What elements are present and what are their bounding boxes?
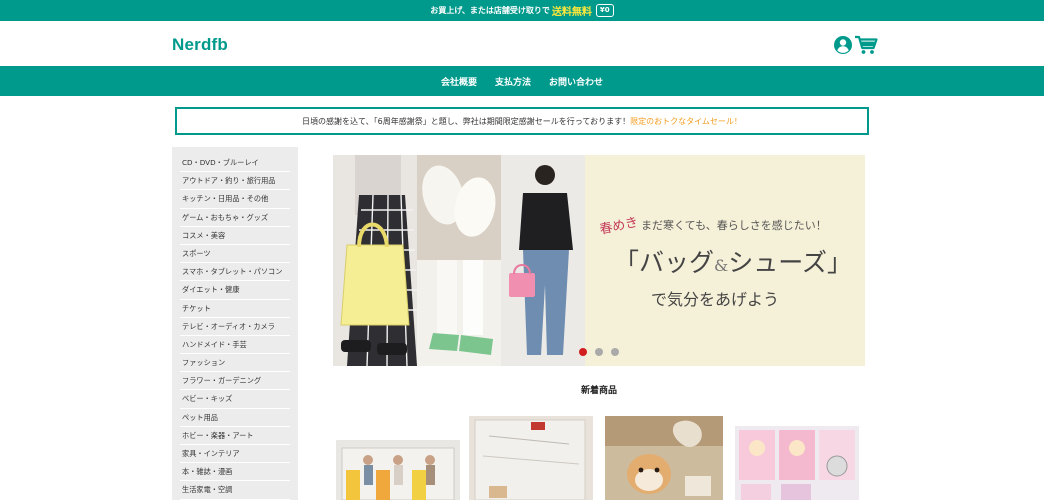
category-item[interactable]: フラワー・ガーデニング (180, 372, 290, 391)
carousel-dots (579, 348, 619, 356)
category-item[interactable]: 本・雑誌・漫画 (180, 463, 290, 482)
category-item[interactable]: ペット用品 (180, 409, 290, 427)
carousel-dot-1[interactable] (579, 348, 587, 356)
product-image (735, 426, 859, 500)
site-logo[interactable]: Nerdfb (172, 35, 228, 55)
category-item[interactable]: ファッション (180, 354, 290, 373)
sale-notice: 日頃の感謝を込て、「6周年感謝祭」と題し、弊社は期間限定感謝セールを行っておりま… (175, 107, 869, 135)
product-image (605, 416, 723, 500)
banner-headline-a: 「バッグ (614, 248, 715, 277)
main-nav: 会社概要 支払方法 お問い合わせ (0, 66, 1044, 96)
product-thumb-2[interactable] (469, 416, 593, 500)
category-item[interactable]: コスメ・美容 (180, 227, 290, 245)
category-item[interactable]: キッチン・日用品・その他 (180, 190, 290, 209)
cart-icon[interactable] (854, 35, 878, 55)
carousel-dot-3[interactable] (611, 348, 619, 356)
category-item[interactable]: アウトドア・釣り・旅行用品 (180, 172, 290, 191)
category-item[interactable]: スポーツ (180, 245, 290, 264)
product-thumb-4[interactable] (735, 426, 859, 500)
category-item[interactable]: テレビ・オーディオ・カメラ (180, 318, 290, 336)
category-sidebar: CD・DVD・ブルーレイ アウトドア・釣り・旅行用品 キッチン・日用品・その他 … (172, 147, 298, 500)
carousel-dot-2[interactable] (595, 348, 603, 356)
category-item[interactable]: ハンドメイド・手芸 (180, 336, 290, 355)
category-item[interactable]: スマホ・タブレット・パソコン (180, 263, 290, 282)
product-thumb-1[interactable] (336, 440, 460, 500)
hero-banner[interactable]: 春めき まだ寒くても、春らしさを感じたい！ 「バッグ&シューズ」 で気分をあげよ… (333, 155, 865, 366)
category-item[interactable]: 生活家電・空調 (180, 481, 290, 500)
banner-subtitle: まだ寒くても、春らしさを感じたい！ (641, 219, 827, 232)
new-items-title: 新着商品 (580, 386, 617, 396)
banner-headline-amp: & (714, 256, 729, 275)
notice-text: 日頃の感謝を込て、「6周年感謝祭」と題し、弊社は期間限定感謝セールを行っておりま… (302, 116, 631, 126)
banner-tagline: で気分をあげよう (651, 290, 780, 309)
banner-headline: 「バッグ&シューズ」 (614, 243, 852, 279)
category-item[interactable]: ダイエット・健康 (180, 281, 290, 300)
notice-sale-link[interactable]: 限定のおトクなタイムセール！ (630, 116, 742, 127)
category-item[interactable]: ベビー・キッズ (180, 390, 290, 409)
site-header: Nerdfb (0, 21, 1044, 66)
product-thumb-3[interactable] (605, 416, 723, 500)
promo-text: お買上げ、または店舗受け取りで (430, 6, 550, 15)
promo-highlight: 送料無料 (551, 7, 592, 18)
category-item[interactable]: チケット (180, 300, 290, 318)
user-icon[interactable] (833, 35, 855, 55)
nav-item-payment[interactable]: 支払方法 (495, 75, 531, 88)
product-image (469, 416, 593, 500)
banner-headline-b: シューズ」 (728, 248, 853, 277)
category-item[interactable]: ゲーム・おもちゃ・グッズ (180, 209, 290, 227)
promo-badge: ¥0 (595, 4, 614, 17)
category-item[interactable]: ホビー・楽器・アート (180, 427, 290, 445)
promo-bar: お買上げ、または店舗受け取りで 送料無料 ¥0 (0, 0, 1044, 21)
nav-item-contact[interactable]: お問い合わせ (549, 75, 603, 88)
nav-item-company[interactable]: 会社概要 (441, 75, 477, 88)
product-image (336, 440, 460, 500)
category-item[interactable]: 家具・インテリア (180, 445, 290, 464)
category-item[interactable]: CD・DVD・ブルーレイ (180, 154, 290, 173)
